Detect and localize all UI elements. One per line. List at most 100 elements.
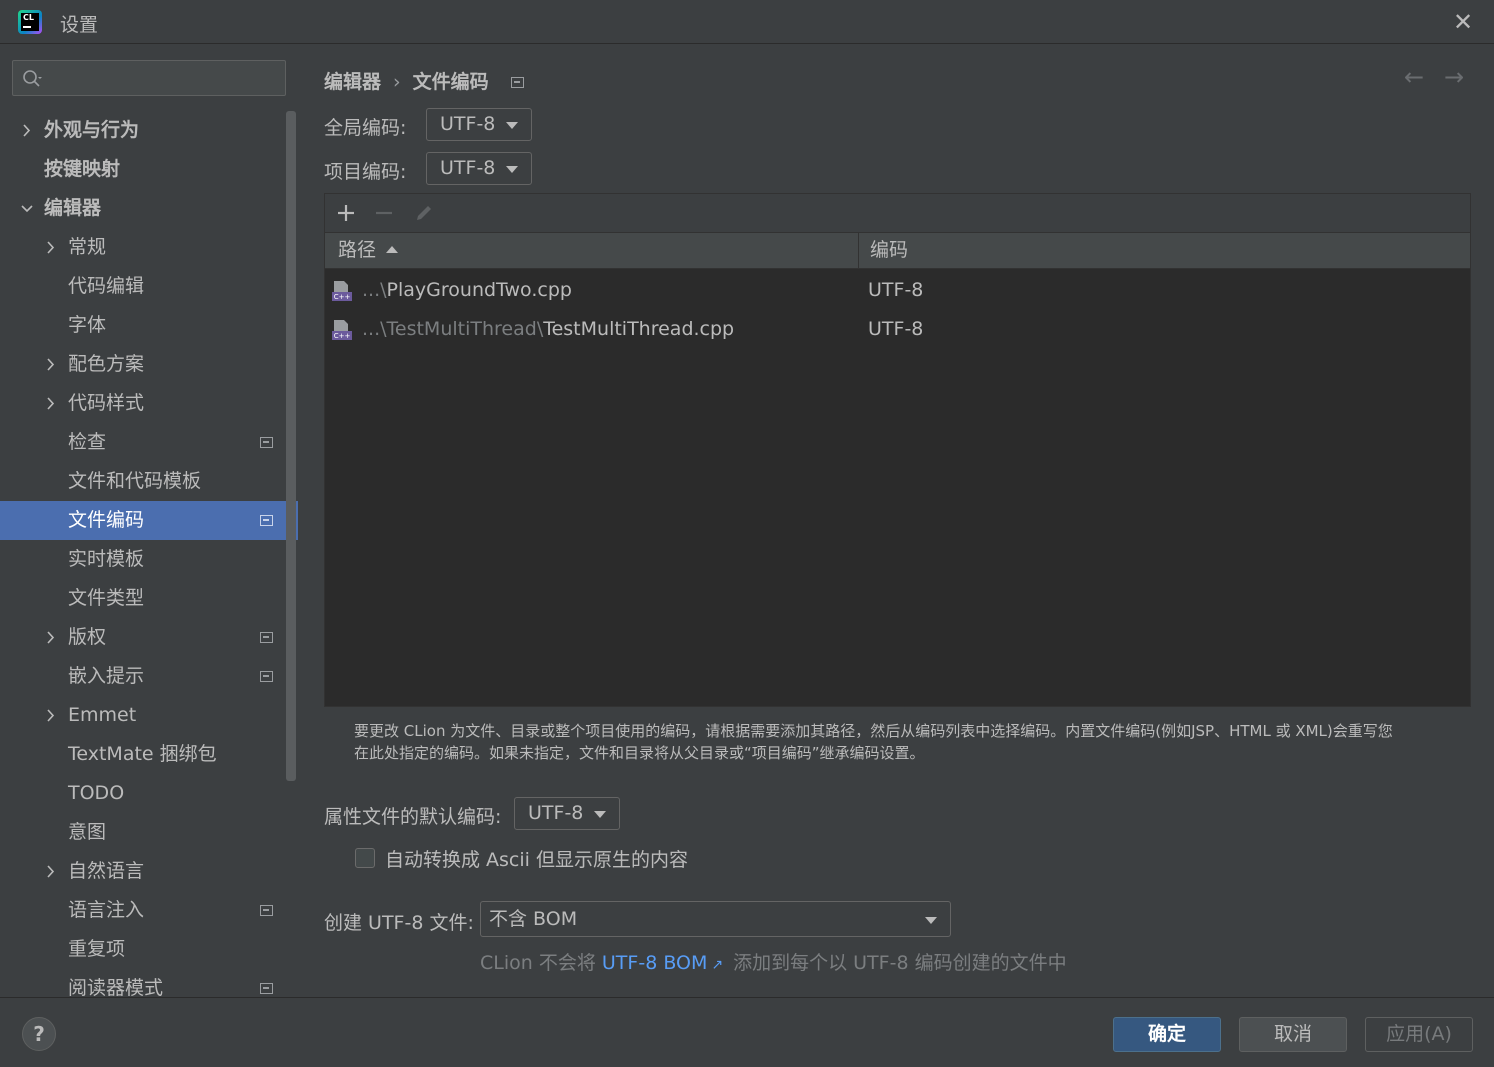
sidebar-item[interactable]: 常规: [0, 228, 286, 267]
properties-encoding-value: UTF-8: [528, 802, 584, 824]
column-header-path[interactable]: 路径: [325, 233, 859, 268]
chevron-right-icon[interactable]: [44, 345, 58, 384]
sidebar-item[interactable]: 自然语言: [0, 852, 286, 891]
info-line-2: 在此处指定的编码。如果未指定，文件和目录将从父目录或“项目编码”继承编码设置。: [354, 744, 925, 762]
project-scope-icon: [260, 632, 273, 643]
close-icon[interactable]: ✕: [1450, 9, 1476, 35]
sidebar-item[interactable]: TextMate 捆绑包: [0, 735, 286, 774]
encoding-cell[interactable]: UTF-8: [868, 271, 923, 310]
add-icon[interactable]: [333, 200, 359, 226]
svg-text:C++: C++: [334, 293, 351, 301]
forward-arrow-icon[interactable]: →: [1440, 63, 1468, 91]
breadcrumb-separator: ›: [393, 71, 401, 93]
chevron-down-icon[interactable]: [20, 189, 34, 228]
sidebar-item[interactable]: 嵌入提示: [0, 657, 286, 696]
column-encoding-label: 编码: [870, 239, 909, 261]
sidebar-item[interactable]: 文件和代码模板: [0, 462, 286, 501]
info-text: 要更改 CLion 为文件、目录或整个项目使用的编码，请根据需要添加其路径，然后…: [354, 720, 1464, 764]
window-title: 设置: [60, 14, 99, 36]
sidebar-item-label: 文件和代码模板: [68, 470, 202, 492]
search-icon[interactable]: [21, 68, 43, 90]
global-encoding-select[interactable]: UTF-8: [426, 108, 532, 141]
cpp-file-icon: C++: [332, 320, 352, 340]
cancel-button[interactable]: 取消: [1239, 1017, 1347, 1052]
sidebar-item[interactable]: 版权: [0, 618, 286, 657]
sidebar-item-label: 外观与行为: [44, 119, 140, 141]
encoding-cell[interactable]: UTF-8: [868, 310, 923, 349]
sidebar-item-label: 实时模板: [68, 548, 145, 570]
ok-button[interactable]: 确定: [1113, 1017, 1221, 1052]
back-arrow-icon[interactable]: ←: [1400, 63, 1428, 91]
sidebar-item[interactable]: 意图: [0, 813, 286, 852]
sidebar-item[interactable]: 文件编码: [0, 501, 298, 540]
global-encoding-label: 全局编码:: [324, 117, 407, 139]
sidebar-item[interactable]: 文件类型: [0, 579, 286, 618]
chevron-right-icon[interactable]: [44, 618, 58, 657]
sidebar-item[interactable]: 检查: [0, 423, 286, 462]
project-scope-icon: [260, 671, 273, 682]
sidebar-item[interactable]: 代码编辑: [0, 267, 286, 306]
breadcrumb-parent[interactable]: 编辑器: [324, 71, 381, 93]
utf8-bom-link[interactable]: UTF-8 BOM: [602, 952, 707, 974]
project-scope-icon: [260, 437, 273, 448]
sidebar-item[interactable]: 重复项: [0, 930, 286, 969]
ascii-checkbox[interactable]: [355, 848, 375, 868]
chevron-right-icon[interactable]: [44, 384, 58, 423]
sidebar-item[interactable]: 语言注入: [0, 891, 286, 930]
ascii-checkbox-label[interactable]: 自动转换成 Ascii 但显示原生的内容: [385, 845, 688, 872]
sidebar-item[interactable]: TODO: [0, 774, 286, 813]
sidebar-item[interactable]: Emmet: [0, 696, 286, 735]
edit-icon[interactable]: [411, 200, 437, 226]
main-panel: 编辑器 › 文件编码 ← → 全局编码: UTF-8 项目编码: UTF-8 路径: [298, 45, 1494, 997]
sidebar-item[interactable]: 编辑器: [0, 189, 286, 228]
sidebar-item-label: 嵌入提示: [68, 665, 145, 687]
chevron-right-icon[interactable]: [44, 696, 58, 735]
project-encoding-select[interactable]: UTF-8: [426, 152, 532, 185]
sidebar-item-label: 文件类型: [68, 587, 145, 609]
svg-text:C++: C++: [334, 332, 351, 340]
sidebar-item-label: 配色方案: [68, 353, 145, 375]
sidebar-item-label: 按键映射: [44, 158, 121, 180]
table-row[interactable]: C++ ...\PlayGroundTwo.cpp UTF-8: [325, 271, 1470, 310]
sidebar-item[interactable]: 外观与行为: [0, 111, 286, 150]
sidebar-item-label: 常规: [68, 236, 107, 258]
help-button[interactable]: ?: [22, 1017, 56, 1051]
breadcrumb-current: 文件编码: [412, 71, 489, 93]
sidebar-item[interactable]: 按键映射: [0, 150, 286, 189]
title-bar: CL 设置 ✕: [0, 0, 1494, 44]
chevron-right-icon[interactable]: [44, 852, 58, 891]
sidebar-item[interactable]: 配色方案: [0, 345, 286, 384]
remove-icon[interactable]: [371, 200, 397, 226]
sidebar-item-label: 语言注入: [68, 899, 145, 921]
path-prefix: ...\TestMultiThread\: [362, 318, 544, 340]
sidebar-item[interactable]: 阅读器模式: [0, 969, 286, 997]
project-scope-icon: [510, 77, 524, 88]
sidebar-item-label: 代码样式: [68, 392, 145, 414]
dialog-footer: ? 确定 取消 应用(A): [0, 997, 1494, 1067]
breadcrumb: 编辑器 › 文件编码: [324, 67, 524, 94]
sidebar-scrollbar[interactable]: [286, 111, 296, 781]
clion-icon: CL: [18, 10, 42, 34]
search-box[interactable]: [12, 60, 286, 96]
file-name: TestMultiThread.cpp: [543, 318, 735, 340]
sidebar-item[interactable]: 字体: [0, 306, 286, 345]
sidebar-item-label: 意图: [68, 821, 107, 843]
sidebar-item[interactable]: 实时模板: [0, 540, 286, 579]
file-name: PlayGroundTwo.cpp: [386, 279, 572, 301]
external-link-icon: ↗: [711, 957, 724, 973]
chevron-right-icon[interactable]: [20, 111, 34, 150]
table-row[interactable]: C++ ...\TestMultiThread\TestMultiThread.c…: [325, 310, 1470, 349]
bom-hint: CLion 不会将 UTF-8 BOM ↗ 添加到每个以 UTF-8 编码创建的文件…: [480, 948, 1067, 975]
project-encoding-label: 项目编码:: [324, 161, 407, 183]
sidebar-item[interactable]: 代码样式: [0, 384, 286, 423]
create-utf8-select[interactable]: 不含 BOM: [480, 901, 951, 937]
global-encoding-value: UTF-8: [440, 113, 496, 135]
properties-encoding-select[interactable]: UTF-8: [514, 797, 620, 830]
column-header-encoding[interactable]: 编码: [859, 233, 1469, 268]
sidebar-item-label: 字体: [68, 314, 107, 336]
chevron-right-icon[interactable]: [44, 228, 58, 267]
apply-button[interactable]: 应用(A): [1365, 1017, 1473, 1052]
properties-encoding-label: 属性文件的默认编码:: [324, 806, 502, 828]
sidebar-item-label: TextMate 捆绑包: [68, 743, 217, 765]
search-input[interactable]: [55, 65, 280, 91]
